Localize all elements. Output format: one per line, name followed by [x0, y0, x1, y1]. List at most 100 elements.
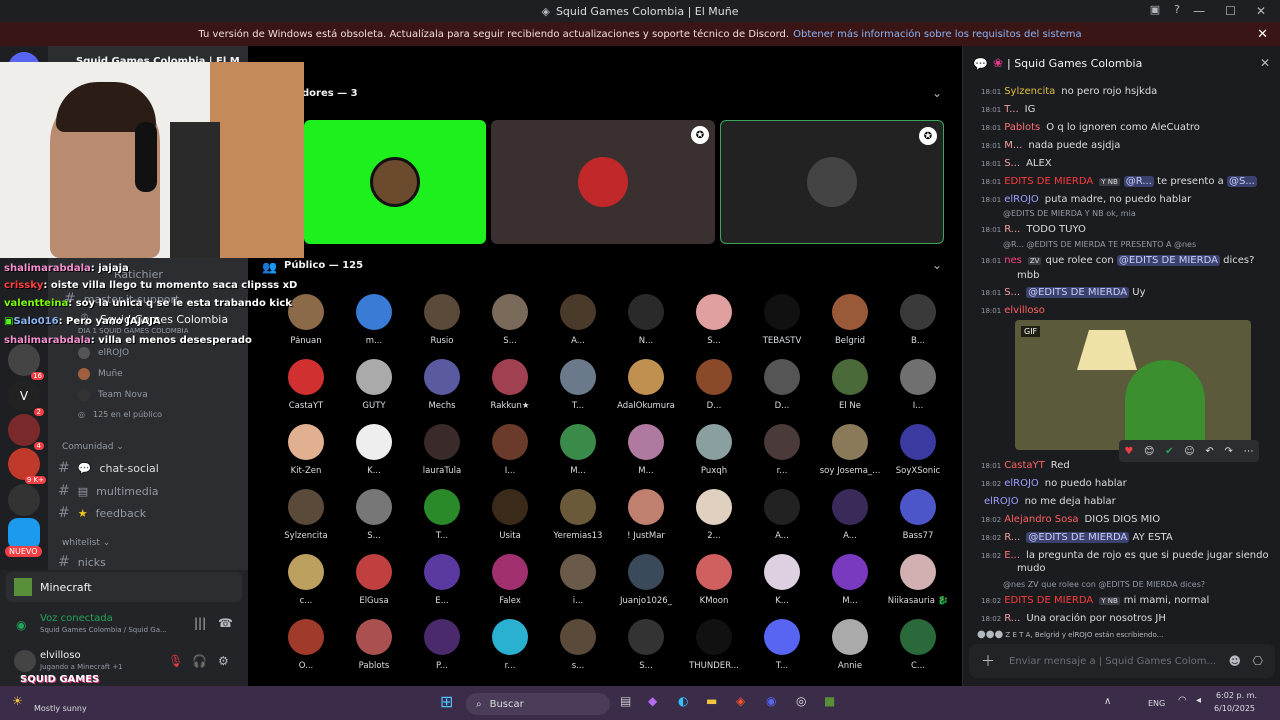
audience-member[interactable]: Rakkun★ [476, 359, 544, 411]
avatar[interactable] [14, 650, 36, 672]
search-box[interactable]: ⌕ Buscar [466, 693, 610, 715]
close-icon[interactable]: ✕ [1257, 27, 1268, 42]
mention[interactable]: @EDITS DE MIERDA [1026, 532, 1130, 543]
message-author[interactable]: EDITS DE MIERDA [1004, 176, 1093, 187]
audience-member[interactable]: I... [884, 359, 952, 411]
chat-message[interactable]: 18:01 Sylzencita no pero rojo hsjkda [981, 86, 1157, 97]
start-icon[interactable]: ⊞ [440, 692, 453, 711]
audience-member[interactable]: ElGusa [340, 554, 408, 606]
inbox-icon[interactable]: ▣ [1150, 3, 1160, 16]
audience-member[interactable]: Annie [816, 619, 884, 671]
speaker-item[interactable]: elROJO [78, 347, 129, 359]
chat-message[interactable]: 18:01 M... nada puede asjdja [981, 140, 1120, 151]
audience-member[interactable]: M... [816, 554, 884, 606]
copilot-icon[interactable]: ◆ [648, 694, 657, 708]
audience-member[interactable]: B... [884, 294, 952, 346]
chat-message[interactable]: 18:01 Pablots O q lo ignoren como AleCuatr… [981, 122, 1200, 133]
audience-member[interactable]: GUTY [340, 359, 408, 411]
chat-message[interactable]: 18:01 CastaYT Red [981, 460, 1070, 471]
audience-member[interactable]: m... [340, 294, 408, 346]
server-icon[interactable]: 9 K+ [8, 448, 46, 484]
maximize-button[interactable]: ☐ [1225, 4, 1236, 18]
explorer-icon[interactable]: ▤ [620, 694, 631, 708]
mention[interactable]: @EDITS DE MIERDA [1026, 287, 1130, 298]
server-icon[interactable]: 16 [8, 344, 44, 380]
forward-icon[interactable]: ↷ [1224, 446, 1232, 457]
message-author[interactable]: elROJO [984, 496, 1019, 507]
mic-muted-icon[interactable]: 🎙 [168, 654, 183, 668]
audience-member[interactable]: C... [884, 619, 952, 671]
audience-member[interactable]: A... [816, 489, 884, 541]
message-input[interactable]: ＋ Enviar mensaje a | Squid Games Colom..… [969, 644, 1275, 678]
audience-member[interactable]: c... [272, 554, 340, 606]
mention[interactable]: @S... [1226, 176, 1257, 187]
message-author[interactable]: R... [1004, 224, 1020, 235]
audience-member[interactable]: Falex [476, 554, 544, 606]
sticker-icon[interactable]: ☻ [1228, 654, 1241, 668]
audience-member[interactable]: Kit-Zen [272, 424, 340, 476]
audience-member[interactable]: r... [748, 424, 816, 476]
activity-card[interactable]: Minecraft [6, 572, 242, 602]
audience-member[interactable]: N... [612, 294, 680, 346]
message-author[interactable]: R... [1004, 532, 1020, 543]
more-icon[interactable]: ⋯ [1244, 446, 1254, 457]
chat-message[interactable]: 18:01 R... TODO TUYO [981, 224, 1086, 235]
channel-chat-social[interactable]: # 💬 chat-social [58, 460, 159, 476]
audience-member[interactable]: K... [748, 554, 816, 606]
audience-member[interactable]: THUNDER... [680, 619, 748, 671]
wifi-icon[interactable]: ◠ [1178, 695, 1187, 706]
chat-message[interactable]: 18:01 T... IG [981, 104, 1035, 115]
discord-icon[interactable]: ◉ [766, 694, 776, 708]
audience-member[interactable]: Juanjo1026_ [612, 554, 680, 606]
disconnect-icon[interactable]: ☎ [218, 616, 233, 630]
clock-date[interactable]: 6/10/2025 [1214, 704, 1255, 713]
soundboard-icon[interactable]: ||| [194, 616, 206, 630]
chat-message[interactable]: 18:02 R... @EDITS DE MIERDA AY ESTA [981, 532, 1173, 543]
server-icon[interactable]: V2 [8, 380, 44, 416]
audience-member[interactable]: M... [544, 424, 612, 476]
reply-icon[interactable]: ↶ [1205, 446, 1213, 457]
audience-member[interactable]: D... [680, 359, 748, 411]
audience-member[interactable]: lauraTula [408, 424, 476, 476]
close-button[interactable]: ✕ [1256, 4, 1266, 18]
gear-icon[interactable]: ⚙ [218, 654, 229, 668]
channel-multimedia[interactable]: # ▤ multimedia [58, 483, 159, 499]
chat-message[interactable]: 18:01 S... ALEX [981, 158, 1052, 169]
message-author[interactable]: Pablots [1004, 122, 1040, 133]
mention[interactable]: @R... [1123, 176, 1154, 187]
audience-member[interactable]: Belgrid [816, 294, 884, 346]
chat-message[interactable]: 18:01 nes ZV que rolee con @EDITS DE MIERDA… [981, 255, 1254, 266]
message-author[interactable]: R... [1004, 613, 1020, 624]
check-icon[interactable]: ✔ [1165, 446, 1173, 457]
reaction-icon[interactable]: ☺ [1184, 446, 1194, 457]
chat-message[interactable]: 18:02 Alejandro Sosa DIOS DIOS MIO [981, 514, 1160, 525]
audience-member[interactable]: Niikasauria 🐉 [884, 554, 952, 606]
audience-member[interactable]: M... [612, 424, 680, 476]
obs-icon[interactable]: ◎ [796, 694, 806, 708]
channel-nicks[interactable]: # nicks [58, 554, 106, 570]
message-author[interactable]: EDITS DE MIERDA [1004, 595, 1093, 606]
audience-member[interactable]: S... [680, 294, 748, 346]
audience-member[interactable]: P... [408, 619, 476, 671]
audience-member[interactable]: Puxqh [680, 424, 748, 476]
audience-member[interactable]: Yeremias13 [544, 489, 612, 541]
audience-member[interactable]: T... [748, 619, 816, 671]
brave-icon[interactable]: ◈ [736, 694, 745, 708]
tray-chevron-icon[interactable]: ∧ [1104, 696, 1111, 707]
audience-member[interactable]: I... [476, 424, 544, 476]
chat-message[interactable]: 18:01 S... @EDITS DE MIERDA Uy [981, 287, 1146, 298]
chat-message[interactable]: 18:02 EDITS DE MIERDA Y NB mi mami, normal [981, 595, 1209, 606]
audience-member[interactable]: i... [544, 554, 612, 606]
audience-member[interactable]: Mechs [408, 359, 476, 411]
audience-member[interactable]: Pablots [340, 619, 408, 671]
chat-message[interactable]: 18:01 EDITS DE MIERDA Y NB @R... te present… [981, 176, 1257, 187]
audience-member[interactable]: O... [272, 619, 340, 671]
server-icon[interactable] [8, 484, 40, 516]
audience-member[interactable]: D... [748, 359, 816, 411]
audience-member[interactable]: A... [748, 489, 816, 541]
audience-member[interactable]: TEBASTV [748, 294, 816, 346]
audience-member[interactable]: Bass77 [884, 489, 952, 541]
audience-member[interactable]: ! JustMar [612, 489, 680, 541]
banner-link[interactable]: Obtener más información sobre los requis… [793, 29, 1082, 40]
server-icon[interactable]: 4 [8, 414, 44, 450]
